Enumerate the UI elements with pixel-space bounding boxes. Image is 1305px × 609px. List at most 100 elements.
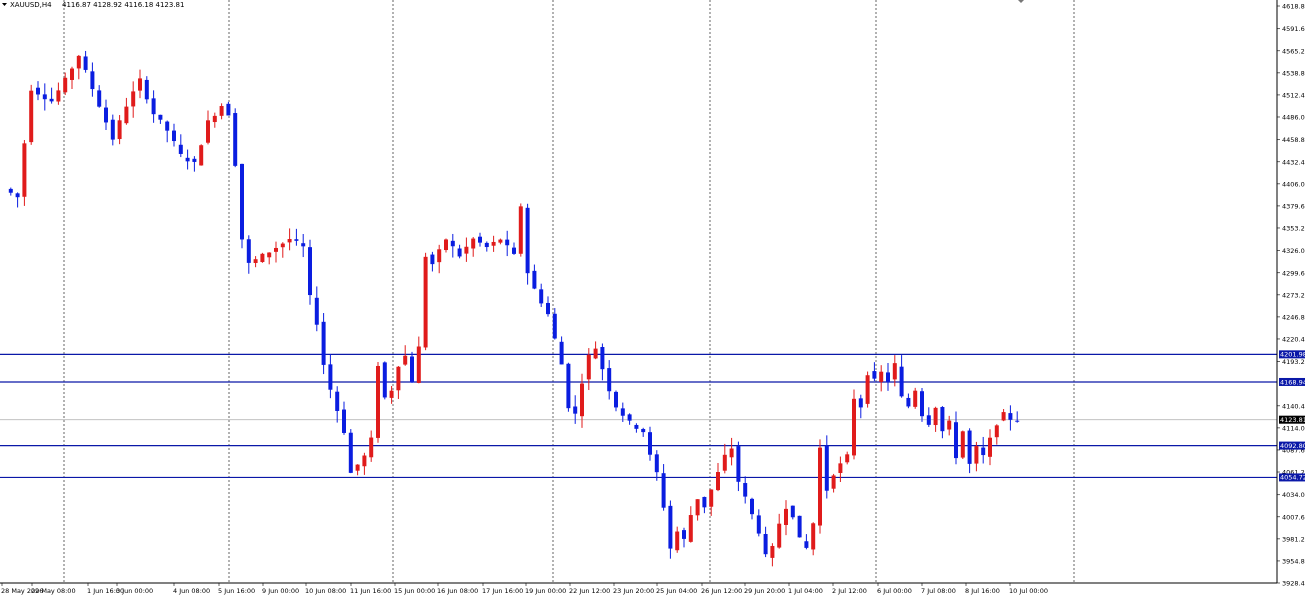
candle-body: [144, 79, 149, 100]
candle-body: [913, 390, 918, 407]
time-tick-label: 15 Jun 00:00: [394, 587, 435, 595]
chart-window[interactable]: 4618.80 4591.60 4565.20 4538.80 4512.40 4486.…: [0, 0, 1305, 609]
candle-body: [573, 406, 578, 414]
price-tick-label: 3928.40: [1282, 580, 1305, 588]
candle-body: [498, 239, 503, 243]
price-tick-label: 4246.80: [1282, 313, 1305, 321]
candle-body: [151, 98, 156, 115]
time-axis-labels: 28 May 202629 May 08:00 1 Jun 16:003 Jun …: [1, 583, 1048, 595]
candle-body: [165, 121, 170, 131]
candle-body: [512, 247, 516, 254]
candle-body: [301, 243, 306, 247]
candle-body: [920, 391, 924, 417]
candle-body: [226, 103, 231, 116]
candle-body: [280, 243, 285, 248]
candle-body: [641, 428, 646, 433]
candle-body: [688, 515, 693, 542]
candle-body: [811, 523, 816, 550]
candle-body: [967, 430, 972, 464]
candle-body: [206, 120, 210, 143]
candle-body: [1008, 413, 1013, 420]
candle-body: [484, 242, 489, 248]
candle-body: [926, 415, 931, 425]
candle-body: [675, 531, 680, 551]
candle-body: [722, 454, 727, 471]
candle-body: [450, 240, 455, 247]
time-tick-label: 17 Jun 16:00: [482, 587, 523, 595]
time-tick-label: 10 Jun 08:00: [305, 587, 346, 595]
candle-body: [287, 239, 292, 243]
candle-body: [566, 363, 571, 409]
price-tick-label: 4220.40: [1282, 335, 1305, 343]
time-tick-label: 19 Jun 00:00: [525, 587, 566, 595]
time-tick-label: 5 Jun 16:00: [218, 587, 255, 595]
candle-body: [974, 446, 979, 464]
candle-body: [342, 409, 346, 433]
price-chart[interactable]: 4618.80 4591.60 4565.20 4538.80 4512.40 4486.…: [0, 0, 1305, 609]
scroll-marker-icon[interactable]: [1018, 0, 1024, 3]
time-tick-label: 29 Jun 20:00: [744, 587, 785, 595]
price-tick-label: 4007.60: [1282, 513, 1305, 521]
candle-body: [90, 71, 95, 90]
candle-body: [797, 515, 802, 538]
candle-body: [994, 425, 999, 438]
candle-body: [376, 365, 380, 438]
time-tick-label: 8 Jul 16:00: [965, 587, 1000, 595]
price-tick-label: 4353.20: [1282, 224, 1305, 232]
candle-body: [253, 259, 258, 263]
candle-body: [403, 355, 408, 365]
time-tick-label: 6 Jul 00:00: [877, 587, 912, 595]
candle-body: [831, 475, 836, 489]
candle-body: [321, 321, 326, 365]
price-tick-label: 4458.80: [1282, 136, 1305, 144]
time-tick-label: 23 Jun 20:00: [613, 587, 654, 595]
price-tick-label: 4114.00: [1282, 424, 1305, 432]
price-tick-label: 4193.20: [1282, 358, 1305, 366]
price-tick-label: 4034.00: [1282, 491, 1305, 499]
candle-body: [42, 94, 47, 100]
candle-body: [70, 68, 74, 80]
candle-body: [906, 397, 911, 407]
candle-body: [56, 90, 61, 102]
candle-body: [614, 391, 618, 408]
candle-body: [607, 368, 612, 392]
symbol-timeframe-label: XAUUSD,H4: [10, 1, 52, 9]
candle-body: [818, 447, 822, 526]
price-tick-label: 4140.40: [1282, 402, 1305, 410]
candle-body: [444, 239, 448, 251]
candle-body: [872, 371, 877, 379]
candle-body: [131, 91, 136, 107]
symbol-dropdown-icon[interactable]: [2, 3, 7, 6]
candle-body: [756, 515, 761, 534]
candle-body: [396, 366, 401, 391]
candle-body: [940, 407, 945, 432]
candle-body: [104, 107, 108, 123]
candle-body: [308, 247, 312, 296]
candle-body: [83, 56, 88, 70]
candle-body: [410, 356, 414, 383]
candle-body: [586, 354, 591, 380]
candle-body: [430, 254, 435, 265]
candle-body: [845, 454, 850, 463]
price-tick-label: 4486.00: [1282, 113, 1305, 121]
time-tick-label: 9 Jun 00:00: [262, 587, 299, 595]
candle-body: [892, 363, 897, 380]
candle-body: [505, 239, 510, 246]
candle-body: [777, 523, 782, 548]
candle-body: [240, 163, 244, 240]
candle-body: [750, 498, 754, 515]
candle-body: [824, 445, 829, 491]
candle-body: [899, 366, 904, 397]
candle-body: [947, 420, 952, 430]
candle-body: [518, 206, 523, 254]
price-tick-label: 3954.80: [1282, 557, 1305, 565]
candle-body: [260, 253, 265, 263]
candle-body: [716, 472, 720, 491]
candle-body: [981, 447, 986, 456]
candle-body: [63, 77, 68, 93]
candle-body: [362, 455, 367, 467]
time-tick-label: 29 May 08:00: [31, 587, 76, 595]
level-tag-label: 4054.72: [1280, 474, 1305, 482]
vertical-gridlines: [63, 0, 1075, 583]
horizontal-level-lines[interactable]: [0, 353, 1277, 479]
